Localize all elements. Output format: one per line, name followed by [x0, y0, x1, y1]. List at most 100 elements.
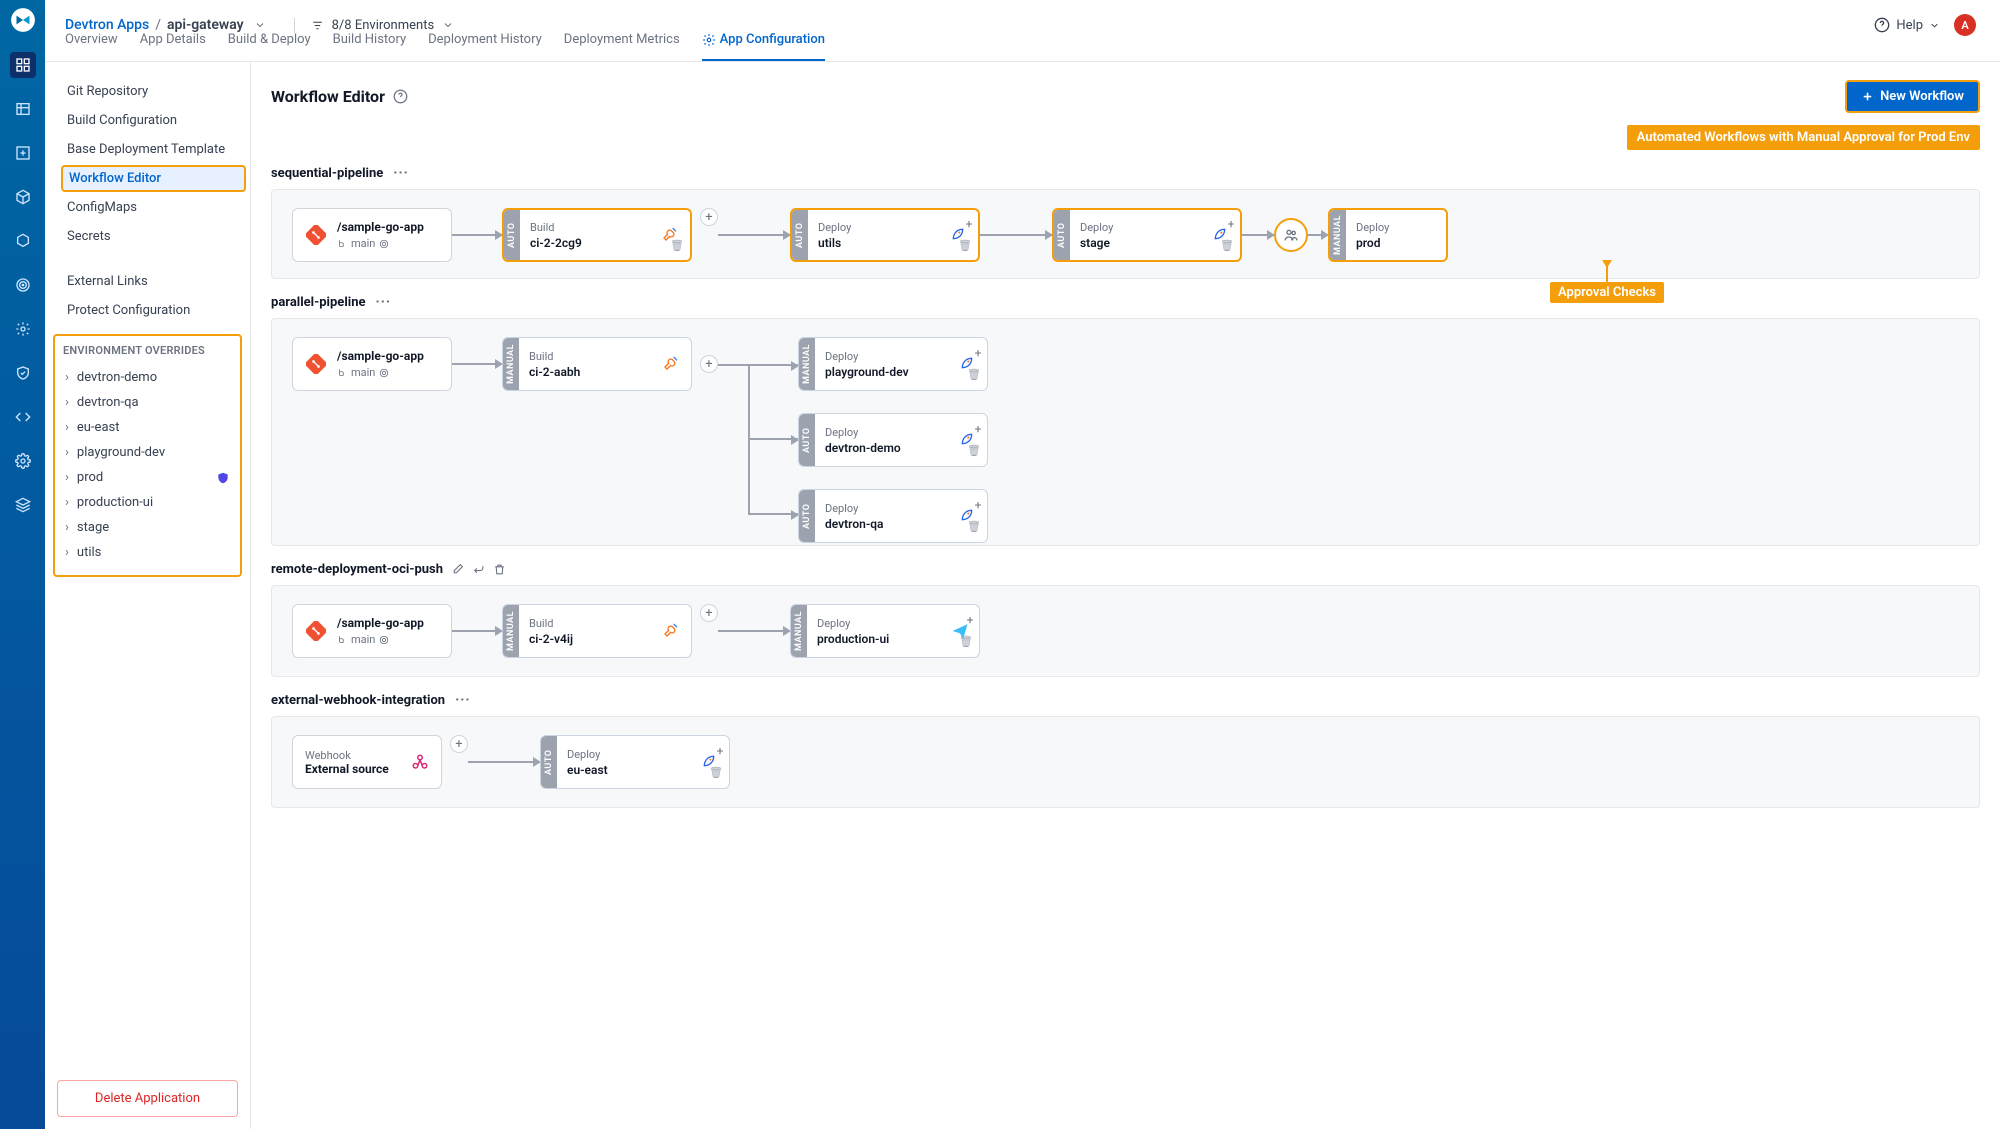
workflow-name: parallel-pipeline	[271, 295, 366, 310]
deploy-card-stage[interactable]: AUTO Deploystage +🗑	[1052, 208, 1242, 262]
rail-apps-icon[interactable]	[10, 52, 36, 78]
build-card[interactable]: MANUAL Buildci-2-v4ij	[502, 604, 692, 658]
breadcrumb-root[interactable]: Devtron Apps	[65, 17, 149, 33]
env-stage[interactable]: ›stage	[63, 515, 232, 540]
plus-icon[interactable]: +	[973, 424, 983, 434]
git-icon	[305, 620, 327, 642]
plus-icon[interactable]: +	[965, 615, 975, 625]
source-card[interactable]: /sample-go-appmain	[292, 337, 452, 391]
env-production-ui[interactable]: ›production-ui	[63, 490, 232, 515]
env-utils[interactable]: ›utils	[63, 540, 232, 565]
plus-icon[interactable]: +	[973, 348, 983, 358]
new-workflow-button[interactable]: New Workflow	[1845, 80, 1980, 113]
deploy-card-utils[interactable]: AUTO Deployutils +🗑	[790, 208, 980, 262]
plus-icon[interactable]: +	[964, 219, 974, 229]
add-stage-button[interactable]: +	[450, 735, 468, 753]
trash-icon[interactable]: 🗑	[709, 766, 723, 779]
rail-add-icon[interactable]	[10, 140, 36, 166]
trash-icon[interactable]: 🗑	[959, 635, 973, 648]
deploy-card-eu-east[interactable]: AUTO Deployeu-east +🗑	[540, 735, 730, 789]
rail-package-icon[interactable]	[10, 184, 36, 210]
delete-application-button[interactable]: Delete Application	[57, 1080, 238, 1117]
nav-external-links[interactable]: External Links	[61, 268, 246, 295]
trash-icon[interactable]: 🗑	[670, 239, 684, 252]
rail-layers-icon[interactable]	[10, 492, 36, 518]
workflow-menu-icon[interactable]: ···	[393, 166, 409, 181]
source-card[interactable]: /sample-go-appmain	[292, 208, 452, 262]
deploy-card-devtron-demo[interactable]: AUTO Deploydevtron-demo +🗑	[798, 413, 988, 467]
chevron-down-icon	[442, 19, 454, 31]
env-devtron-qa[interactable]: ›devtron-qa	[63, 390, 232, 415]
help-menu[interactable]: Help	[1874, 17, 1940, 33]
nav-workflow-editor[interactable]: Workflow Editor	[61, 165, 246, 192]
build-card[interactable]: AUTO Buildci-2-2cg9 🗑	[502, 208, 692, 262]
env-eu-east[interactable]: ›eu-east	[63, 415, 232, 440]
nav-base-deployment-template[interactable]: Base Deployment Template	[61, 136, 246, 163]
chevron-down-icon[interactable]	[254, 19, 266, 31]
trash-icon[interactable]: 🗑	[967, 520, 981, 533]
trash-icon[interactable]: 🗑	[967, 368, 981, 381]
trash-icon[interactable]: 🗑	[1220, 239, 1234, 252]
avatar[interactable]: A	[1954, 14, 1976, 36]
env-playground-dev[interactable]: ›playground-dev	[63, 440, 232, 465]
breadcrumb-current[interactable]: api-gateway	[167, 17, 244, 33]
workflow-name: sequential-pipeline	[271, 166, 383, 181]
deploy-card-production-ui[interactable]: MANUAL Deployproduction-ui +🗑	[790, 604, 980, 658]
tab-app-details[interactable]: App Details	[140, 32, 206, 61]
source-card[interactable]: /sample-go-appmain	[292, 604, 452, 658]
deploy-card-devtron-qa[interactable]: AUTO Deploydevtron-qa +🗑	[798, 489, 988, 543]
nav-configmaps[interactable]: ConfigMaps	[61, 194, 246, 221]
env-prod[interactable]: ›prod	[63, 465, 232, 490]
add-stage-button[interactable]: +	[700, 355, 718, 373]
nav-git-repository[interactable]: Git Repository	[61, 78, 246, 105]
webhook-source-card[interactable]: WebhookExternal source	[292, 735, 442, 789]
annotation-banner: Automated Workflows with Manual Approval…	[1627, 125, 1980, 150]
workflow-menu-icon[interactable]: ···	[376, 295, 392, 310]
workflow-row-oci: /sample-go-appmain MANUAL Buildci-2-v4ij…	[271, 585, 1980, 677]
nav-build-configuration[interactable]: Build Configuration	[61, 107, 246, 134]
rail-code-icon[interactable]	[10, 404, 36, 430]
tab-deployment-metrics[interactable]: Deployment Metrics	[564, 32, 680, 61]
deploy-card-prod[interactable]: MANUAL Deployprod	[1328, 208, 1448, 262]
rail-cube-icon[interactable]	[10, 228, 36, 254]
enter-icon[interactable]	[472, 563, 485, 576]
trash-icon[interactable]	[493, 563, 506, 576]
brand-logo	[9, 6, 37, 34]
rail-shield-icon[interactable]	[10, 360, 36, 386]
environment-overrides: ENVIRONMENT OVERRIDES ›devtron-demo ›dev…	[53, 334, 242, 577]
edit-icon[interactable]	[451, 563, 464, 576]
wrench-icon	[663, 355, 681, 373]
nav-rail	[0, 0, 45, 1129]
build-card[interactable]: MANUAL Buildci-2-aabh	[502, 337, 692, 391]
plus-icon[interactable]: +	[973, 500, 983, 510]
rail-settings-icon[interactable]	[10, 316, 36, 342]
add-stage-button[interactable]: +	[700, 604, 718, 622]
trash-icon[interactable]: 🗑	[958, 239, 972, 252]
workflow-name: external-webhook-integration	[271, 693, 445, 708]
nav-secrets[interactable]: Secrets	[61, 223, 246, 250]
env-summary[interactable]: 8/8 Environments	[294, 18, 455, 33]
info-icon[interactable]	[393, 89, 408, 104]
workflow-menu-icon[interactable]: ···	[455, 693, 471, 708]
webhook-icon	[411, 753, 429, 771]
plus-icon[interactable]: +	[715, 746, 725, 756]
workflow-row-parallel: /sample-go-appmain MANUAL Buildci-2-aabh…	[271, 318, 1980, 546]
tab-build-deploy[interactable]: Build & Deploy	[228, 32, 311, 61]
plus-icon[interactable]: +	[1226, 219, 1236, 229]
deploy-card-playground-dev[interactable]: MANUAL Deployplayground-dev +🗑	[798, 337, 988, 391]
rail-target-icon[interactable]	[10, 272, 36, 298]
rail-gear-icon[interactable]	[10, 448, 36, 474]
tab-overview[interactable]: Overview	[65, 32, 118, 61]
side-nav: Git Repository Build Configuration Base …	[45, 62, 251, 1129]
workflow-name: remote-deployment-oci-push	[271, 562, 443, 577]
nav-protect-configuration[interactable]: Protect Configuration	[61, 297, 246, 324]
tab-app-configuration[interactable]: App Configuration	[702, 32, 825, 61]
add-stage-button[interactable]: +	[700, 208, 718, 226]
env-devtron-demo[interactable]: ›devtron-demo	[63, 365, 232, 390]
trash-icon[interactable]: 🗑	[967, 444, 981, 457]
rail-grid-icon[interactable]	[10, 96, 36, 122]
tab-deployment-history[interactable]: Deployment History	[428, 32, 542, 61]
approval-node[interactable]	[1274, 218, 1308, 252]
workflow-canvas: Workflow Editor New Workflow Automated W…	[251, 62, 2000, 1129]
tab-build-history[interactable]: Build History	[333, 32, 407, 61]
